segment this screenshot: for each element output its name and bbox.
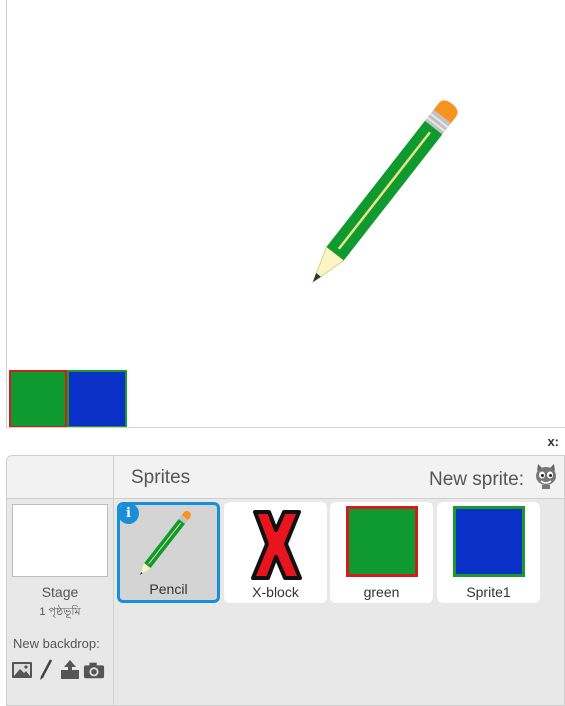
sprite-tile-pencil[interactable]: i Pencil (117, 502, 220, 603)
sprite-name: Pencil (149, 581, 188, 597)
blue-sprite[interactable] (67, 370, 127, 427)
sprites-header: Sprites New sprite: (114, 456, 564, 499)
coordinate-readout: x: (547, 434, 559, 449)
upload-icon[interactable] (59, 659, 81, 681)
stage-canvas[interactable] (6, 0, 565, 428)
pencil-thumbnail (139, 510, 191, 575)
paint-brush-icon[interactable] (35, 659, 57, 681)
sprite-tile-sprite1[interactable]: Sprite1 (437, 502, 540, 603)
green-thumbnail (345, 506, 418, 577)
cat-face-icon[interactable] (532, 462, 560, 490)
sprites-title: Sprites (131, 467, 191, 488)
sprite-name: X-block (252, 584, 299, 600)
stage-header (7, 456, 114, 499)
sprite-name: Sprite1 (466, 584, 511, 600)
sprite-name: green (363, 584, 400, 600)
stage-label: Stage (41, 584, 79, 600)
sprite1-thumbnail (452, 506, 525, 577)
sprite-pane: Sprites New sprite: Stage 1 পৃষ্ঠভূমি Ne… (6, 455, 565, 706)
stage-column: Stage 1 পৃষ্ঠভূমি New backdrop: (7, 499, 114, 705)
new-backdrop-label: New backdrop: (13, 636, 100, 651)
pencil-sprite[interactable] (307, 98, 472, 288)
new-sprite-label: New sprite: (428, 469, 524, 490)
sprite-tile-green[interactable]: green (330, 502, 433, 603)
stage-backdrop-count: 1 পৃষ্ঠভূমি (39, 606, 81, 618)
backdrop-tools (11, 659, 105, 681)
sprite-tile-x-block[interactable]: X-block (224, 502, 327, 603)
image-library-icon[interactable] (11, 659, 33, 681)
green-sprite[interactable] (9, 370, 67, 427)
stage-thumbnail[interactable] (12, 504, 108, 577)
x-block-thumbnail (250, 510, 302, 580)
camera-icon[interactable] (83, 659, 105, 681)
